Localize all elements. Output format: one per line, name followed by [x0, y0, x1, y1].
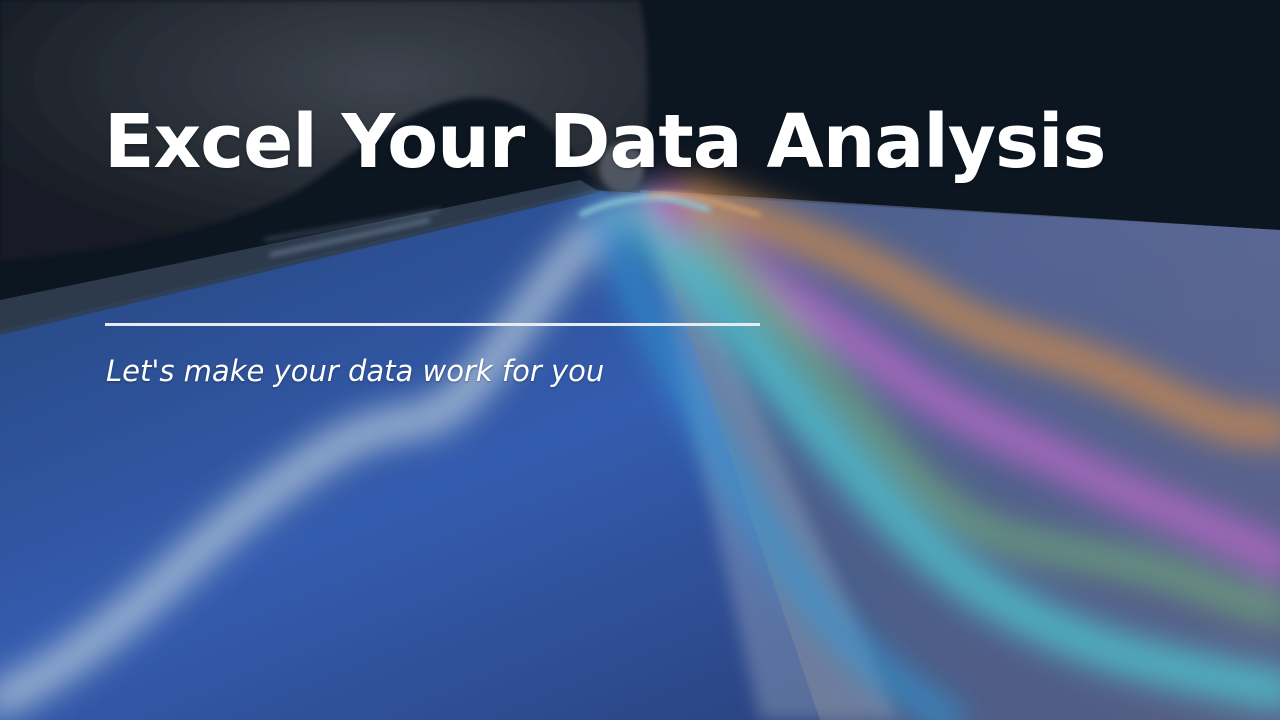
title-slide: Excel Your Data Analysis Let's make your…: [0, 0, 1280, 720]
slide-title: Excel Your Data Analysis: [104, 99, 1106, 185]
slide-subtitle: Let's make your data work for you: [106, 354, 605, 388]
title-divider: [105, 323, 760, 326]
